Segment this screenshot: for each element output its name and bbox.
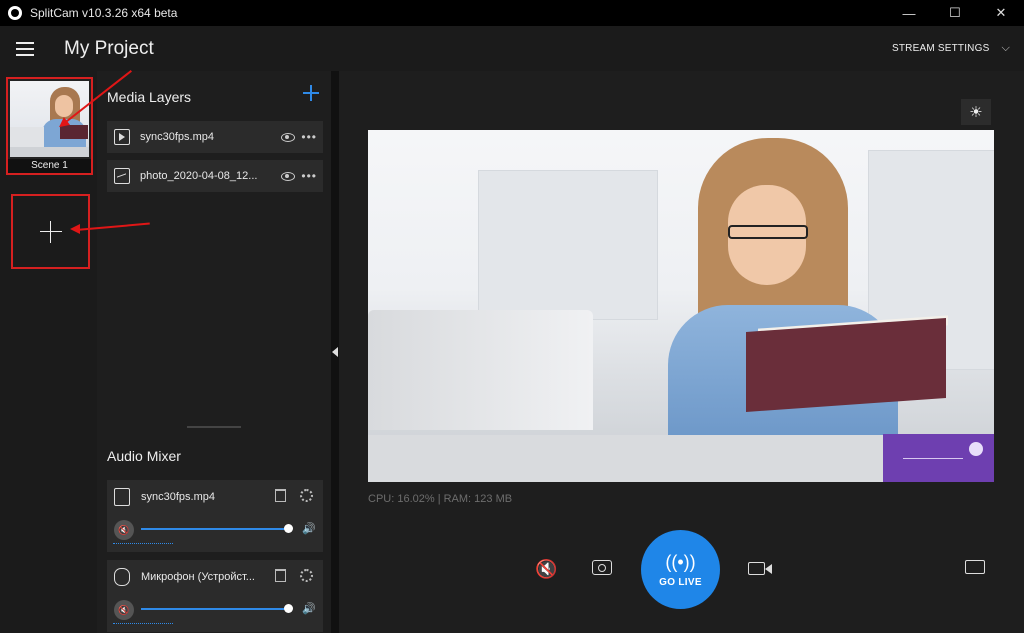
mute-all-icon[interactable]: 🔇 (535, 559, 557, 580)
layer-name: photo_2020-04-08_12... (140, 170, 258, 182)
media-layer-item[interactable]: sync30fps.mp4 ••• (107, 121, 323, 153)
speaker-icon: 🔊 (302, 523, 316, 535)
laptop (368, 310, 593, 430)
brightness-button[interactable]: ☀ (961, 99, 991, 125)
visibility-eye-icon[interactable] (281, 171, 295, 181)
audio-source-item: Микрофон (Устройст... 🔇 🔊 (107, 560, 323, 632)
trash-icon[interactable] (275, 569, 286, 582)
layers-panel: Media Layers sync30fps.mp4 ••• photo_202… (97, 71, 331, 633)
window-controls: — ☐ ✕ (886, 0, 1024, 26)
media-layer-item[interactable]: photo_2020-04-08_12... ••• (107, 160, 323, 192)
scene-preview-canvas[interactable] (368, 130, 994, 482)
volume-slider[interactable] (141, 524, 293, 533)
audio-source-name: Микрофон (Устройст... (141, 571, 255, 583)
media-layers-title: Media Layers (107, 89, 192, 105)
mute-button[interactable]: 🔇 (114, 520, 134, 540)
speaker-icon: 🔊 (302, 603, 316, 615)
audio-source-name: sync30fps.mp4 (141, 491, 215, 503)
title-bar: SplitCam v10.3.26 x64 beta — ☐ ✕ (0, 0, 1024, 26)
hamburger-menu-icon[interactable] (16, 42, 34, 56)
more-options-icon[interactable]: ••• (301, 169, 317, 183)
scene-label: Scene 1 (8, 159, 91, 173)
stream-settings-label: STREAM SETTINGS (892, 43, 990, 54)
audio-source-item: sync30fps.mp4 🔇 🔊 (107, 480, 323, 552)
plus-icon (39, 220, 62, 243)
mute-button[interactable]: 🔇 (114, 600, 134, 620)
project-title: My Project (64, 38, 154, 59)
audio-level-meter (113, 623, 173, 624)
audio-level-meter (113, 543, 173, 544)
microphone-icon (114, 568, 130, 586)
minimize-button[interactable]: — (886, 0, 932, 26)
panel-divider[interactable] (331, 71, 339, 633)
cpu-ram-status: CPU: 16.02% | RAM: 123 MB (368, 493, 513, 505)
photo-overlay-layer[interactable] (883, 434, 994, 482)
volume-slider-knob[interactable] (284, 604, 293, 613)
go-live-label: GO LIVE (659, 576, 702, 588)
scene-preview-image (10, 81, 89, 157)
audio-file-icon (114, 488, 130, 506)
panel-resize-handle[interactable] (187, 426, 241, 428)
window-title: SplitCam v10.3.26 x64 beta (30, 6, 178, 20)
audio-mixer-title: Audio Mixer (107, 448, 181, 464)
chevron-down-icon: ⌵ (1001, 42, 1010, 54)
scenes-panel: Scene 1 (0, 71, 97, 633)
trash-icon[interactable] (275, 489, 286, 502)
maximize-button[interactable]: ☐ (932, 0, 978, 26)
layer-name: sync30fps.mp4 (140, 131, 214, 143)
video-file-icon (114, 129, 130, 145)
add-layer-plus-icon[interactable] (303, 85, 319, 101)
broadcast-icon: ((•)) (665, 551, 696, 572)
camera-snapshot-icon[interactable] (592, 560, 612, 575)
chat-icon[interactable] (965, 560, 985, 574)
go-live-button[interactable]: ((•)) GO LIVE (641, 530, 720, 609)
visibility-eye-icon[interactable] (281, 132, 295, 142)
image-file-icon (114, 168, 130, 184)
scene-thumbnail[interactable]: Scene 1 (6, 77, 93, 175)
collapse-arrow-icon[interactable] (332, 347, 338, 357)
gear-icon[interactable] (300, 569, 313, 582)
splitcam-logo-icon (8, 6, 22, 20)
book (746, 318, 946, 412)
preview-area: ☀ CPU: 16.02% | RAM: 123 MB 🔇 ((•)) GO L… (339, 71, 1024, 633)
annotation-arrow-head (70, 224, 80, 234)
more-options-icon[interactable]: ••• (301, 130, 317, 144)
volume-slider[interactable] (141, 604, 293, 613)
stream-settings-button[interactable]: STREAM SETTINGS ⌵ (892, 42, 1010, 55)
close-button[interactable]: ✕ (978, 0, 1024, 26)
glasses (728, 225, 808, 239)
gear-icon[interactable] (300, 489, 313, 502)
app-header: My Project STREAM SETTINGS ⌵ (0, 26, 1024, 71)
record-video-icon[interactable] (748, 562, 772, 575)
volume-slider-knob[interactable] (284, 524, 293, 533)
